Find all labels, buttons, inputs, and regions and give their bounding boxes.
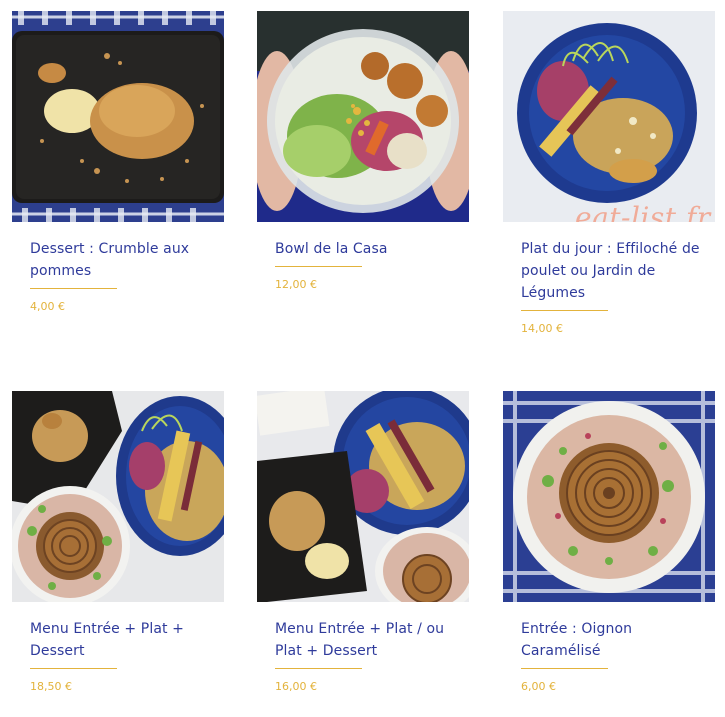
menu-grid: Dessert : Crumble aux pommes 4,00 € Bowl… [0,0,725,717]
menu-item-price: 18,50 € [30,680,72,693]
menu-item-card[interactable]: Menu Entrée + Plat / ou Plat + Dessert 1… [257,391,469,694]
title-underline [521,668,608,669]
menu-item-card[interactable]: Dessert : Crumble aux pommes 4,00 € [12,11,224,314]
menu-item-price: 12,00 € [275,278,317,291]
title-underline [30,288,117,289]
title-underline [275,668,362,669]
menu-item-card[interactable]: eat-list.fr Plat du jour : Effiloché de … [503,11,715,336]
title-underline [521,310,608,311]
plat-du-jour-photo[interactable]: eat-list.fr [503,11,715,222]
title-underline [275,266,362,267]
menu-item-title[interactable]: Plat du jour : Effiloché de poulet ou Ja… [503,238,715,304]
crumble-photo[interactable] [12,11,224,222]
menu-item-price: 6,00 € [521,680,556,693]
menu-item-title[interactable]: Entrée : Oignon Caramélisé [503,618,715,662]
menu-item-price: 4,00 € [30,300,65,313]
oignon-photo[interactable] [503,391,715,602]
menu-item-card[interactable]: Entrée : Oignon Caramélisé 6,00 € [503,391,715,694]
menu-item-title[interactable]: Bowl de la Casa [257,238,469,260]
menu-item-title[interactable]: Dessert : Crumble aux pommes [12,238,224,282]
bowl-salad-photo[interactable] [257,11,469,222]
menu-item-card[interactable]: Menu Entrée + Plat + Dessert 18,50 € [12,391,224,694]
title-underline [30,668,117,669]
menu-item-title[interactable]: Menu Entrée + Plat + Dessert [12,618,224,662]
menu-trio-photo[interactable] [12,391,224,602]
site-watermark: eat-list.fr [575,201,711,222]
menu-item-title[interactable]: Menu Entrée + Plat / ou Plat + Dessert [257,618,469,662]
menu-item-price: 14,00 € [521,322,563,335]
menu-item-price: 16,00 € [275,680,317,693]
menu-duo-photo[interactable] [257,391,469,602]
menu-item-card[interactable]: Bowl de la Casa 12,00 € [257,11,469,292]
